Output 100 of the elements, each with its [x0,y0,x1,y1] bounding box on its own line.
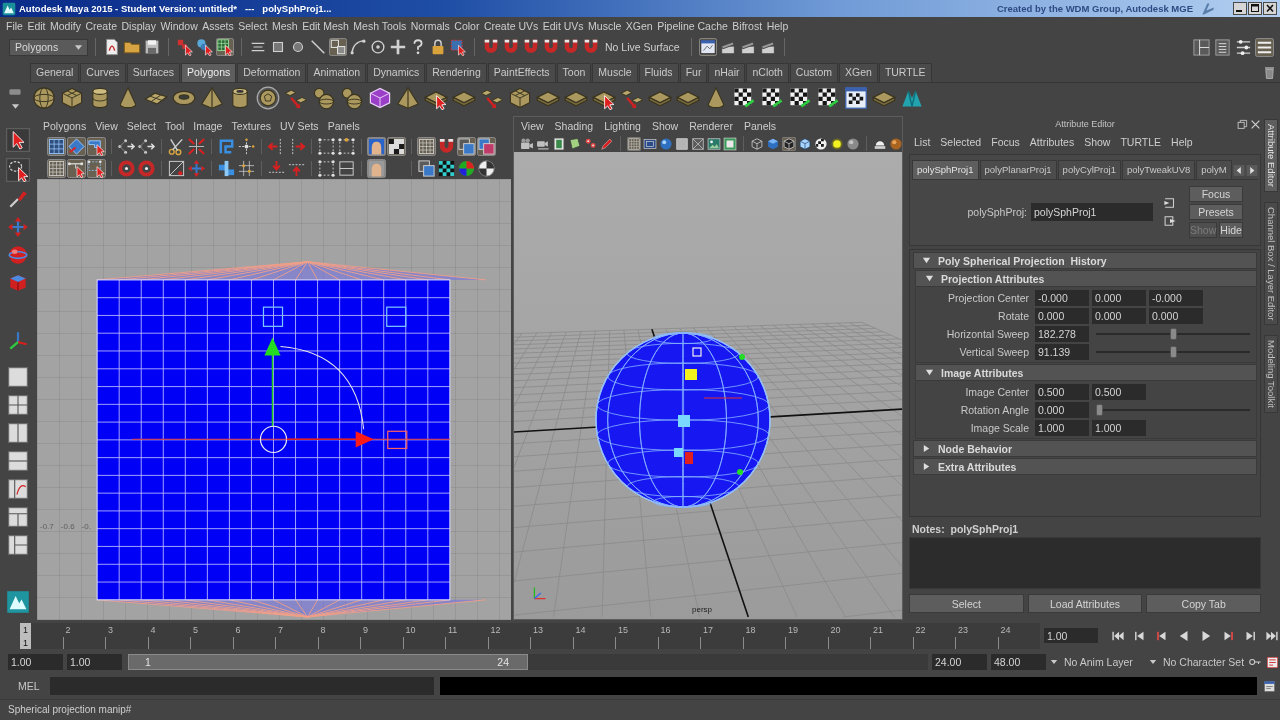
menu-item[interactable]: Selected [940,134,982,149]
magnet-icon[interactable] [482,38,500,56]
pane-layout-icon[interactable] [6,394,29,416]
menu-item[interactable]: Renderer [689,119,733,133]
attribute-field[interactable]: 1.000 [1092,419,1146,436]
caret-icon[interactable] [74,42,83,52]
shelf-tab[interactable]: Curves [80,63,126,82]
pencil-icon[interactable] [600,136,614,151]
maximize-icon[interactable] [1248,2,1262,15]
trash-icon[interactable] [1262,64,1277,80]
attribute-field[interactable]: 0.000 [1149,307,1203,324]
checker-icon[interactable] [788,86,812,110]
dotted-square-icon[interactable] [317,136,336,156]
magnet-icon[interactable] [522,38,540,56]
close-icon[interactable] [1263,2,1277,15]
menu-item[interactable]: Select [126,118,156,133]
shelf-tab[interactable]: Toon [556,63,592,82]
grid-icon[interactable] [417,136,436,156]
points-arrow-icon[interactable] [117,136,136,156]
menu-item[interactable]: TURTLE [1120,134,1162,149]
spheres-icon[interactable] [340,86,364,110]
attribute-field[interactable]: 182.278 [1035,325,1089,342]
triangle-icon[interactable] [922,444,931,453]
attribute-field[interactable]: -0.000 [1035,289,1089,306]
pane-layout-icon[interactable] [6,506,29,528]
dots-icon[interactable] [584,136,598,151]
plus-icon[interactable] [389,38,407,56]
menu-item[interactable]: List [914,134,931,149]
checker-icon[interactable] [816,86,840,110]
caret-icon[interactable] [1149,658,1157,666]
squares-icon[interactable] [457,136,476,156]
logo-icon[interactable] [5,590,30,614]
magnet-icon[interactable] [542,38,560,56]
caret-icon[interactable] [10,101,20,111]
picture-icon[interactable] [367,136,386,156]
contrast-icon[interactable] [477,158,496,178]
section-header[interactable]: Node Behavior [913,440,1257,457]
menu-item[interactable]: File [6,19,23,33]
menu-item[interactable]: XGen [625,19,653,33]
menu-item[interactable]: Display [121,19,156,33]
arrows-icon[interactable] [187,136,206,156]
menu-item[interactable]: Bifrost [732,19,763,33]
load-attributes-button[interactable]: Load Attributes [1027,594,1143,613]
checker-icon[interactable] [387,136,406,156]
lasso-cursor-icon[interactable] [5,158,30,182]
attribute-field[interactable]: -0.000 [1149,289,1203,306]
triangle-icon[interactable] [922,462,931,471]
time-slider[interactable]: 1 1 2 3 4 5 6 7 8 9 10 11 12 13 14 15 16 17 18 19 20 21 22 23 24 [20,622,1040,649]
menu-item[interactable]: Window [160,19,198,33]
playback-end-field[interactable]: 24.00 [932,654,987,670]
line-icon[interactable] [309,38,327,56]
character-set-dropdown[interactable]: No Character Set [1149,656,1244,668]
squares-cursor-icon[interactable] [176,38,194,56]
attribute-field[interactable]: 1.000 [1035,419,1089,436]
curve-icon[interactable] [349,38,367,56]
picture-icon[interactable] [367,158,386,178]
arrow-box-icon[interactable] [1163,214,1177,228]
shelf-tab[interactable]: General [30,63,80,82]
blocks-icon[interactable] [217,158,236,178]
ball-icon[interactable] [846,136,860,151]
magnet-icon[interactable] [562,38,580,56]
checker-icon[interactable] [732,86,756,110]
cube-icon[interactable] [60,86,84,110]
square-icon[interactable] [337,158,356,178]
list-icon[interactable] [1213,37,1232,57]
shelf-tab[interactable]: TURTLE [878,63,932,82]
side-tab[interactable]: Attribute Editor [1264,119,1278,192]
menu-item[interactable]: Show [651,119,679,133]
grid-icon[interactable] [627,136,641,151]
focus-button[interactable]: Focus [1189,186,1243,202]
command-field[interactable] [49,677,434,695]
pyramid-icon[interactable] [200,86,224,110]
menu-item[interactable]: Normals [410,19,450,33]
menu-item[interactable]: Mesh Tools [353,19,407,33]
shelf-tab[interactable]: PaintEffects [487,63,556,82]
magnet-icon[interactable] [582,38,600,56]
pane-layout-icon[interactable] [6,422,29,444]
menu-item[interactable]: Show [1084,134,1111,149]
menu-item[interactable]: Panels [327,118,360,133]
squares-icon[interactable] [329,38,347,56]
script-editor-icon[interactable] [1263,679,1276,693]
menu-item[interactable]: Mesh [271,19,298,33]
sliders-icon[interactable] [1234,37,1253,57]
cube-icon[interactable] [798,136,812,151]
sphere-icon[interactable] [32,86,56,110]
checker-icon[interactable] [760,86,784,110]
menu-item[interactable]: Select [238,19,268,33]
section-header[interactable]: Projection Attributes [915,270,1257,287]
spheres-icon[interactable] [312,86,336,110]
arrow-cursor-icon[interactable] [5,128,30,152]
shelf-tab[interactable]: Deformation [237,63,307,82]
menu-item[interactable]: Lighting [604,119,641,133]
triangle-icon[interactable] [925,274,934,283]
slider-thumb[interactable] [1169,327,1177,340]
script-language-button[interactable]: MEL [18,680,44,692]
node-tab[interactable]: polySphProj1 [912,160,979,179]
section-header[interactable]: Poly Spherical Projection History [913,252,1257,269]
shelf-tab[interactable]: nCloth [746,63,789,82]
menu-item[interactable]: Muscle [588,19,622,33]
menu-item[interactable]: Help [766,19,789,33]
